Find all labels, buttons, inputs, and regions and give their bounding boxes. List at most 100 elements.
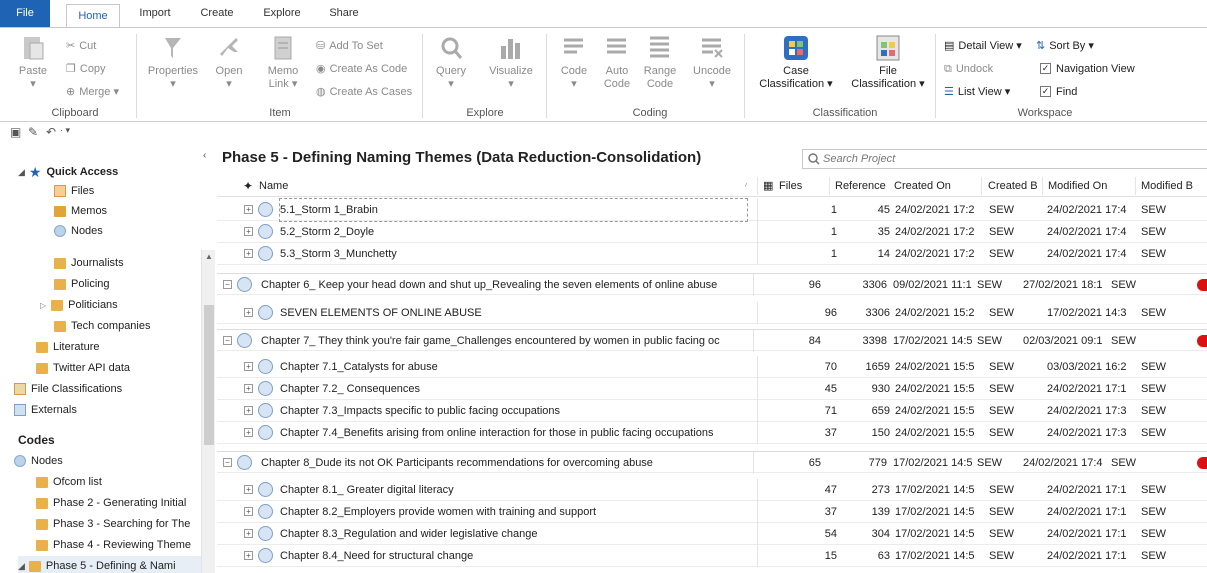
paste-button[interactable]: Paste ▾ [18,34,48,91]
find-toggle[interactable]: ✓ Find [1040,84,1077,100]
nav-item-phase3[interactable]: Phase 3 - Searching for The [36,514,190,534]
scrollbar-thumb[interactable] [204,305,214,445]
nav-item-externals[interactable]: Externals [14,400,77,420]
table-row[interactable]: + Chapter 7.1_Catalysts for abuse 70 1659 24… [217,356,1207,378]
column-modified-by[interactable]: Modified B [1141,175,1197,197]
add-to-set-button[interactable]: ⛁ Add To Set [316,38,383,54]
list-view-button[interactable]: ☰ List View ▾ [944,84,1010,100]
table-row[interactable]: + Chapter 8.3_Regulation and wider legisl… [217,523,1207,545]
nav-item-nodes-quick[interactable]: Nodes [54,221,103,241]
tab-home[interactable]: Home [66,4,120,28]
scroll-up-icon[interactable]: ▲ [205,252,213,261]
auto-code-button[interactable]: Auto Code [600,34,634,91]
column-divider[interactable] [829,177,830,195]
nav-item-policing[interactable]: Policing [54,274,110,294]
table-row-parent[interactable]: − Chapter 8_Dude its not OK Participants … [217,451,1207,474]
nav-item-ofcom[interactable]: Ofcom list [36,472,102,492]
memo-link-button[interactable]: Memo Link ▾ [266,34,300,91]
nav-item-nodes[interactable]: Nodes [14,451,63,471]
pin-column-icon[interactable]: ✦ [243,175,253,197]
file-classification-button[interactable]: File Classification ▾ [846,34,930,91]
column-divider[interactable] [1042,177,1043,195]
uncode-button[interactable]: Uncode ▾ [692,34,732,91]
customize-icon[interactable]: · ▾ [60,125,70,136]
copy-button[interactable]: ❐ Copy [66,61,106,77]
merge-button[interactable]: ⊕ Merge ▾ [66,84,119,100]
tab-explore[interactable]: Explore [258,0,306,27]
nav-item-phase4[interactable]: Phase 4 - Reviewing Theme [36,535,191,555]
table-row-parent[interactable]: − Chapter 7_ They think you're fair game_… [217,329,1207,352]
create-as-code-button[interactable]: ◉ Create As Code [316,61,407,77]
table-row[interactable]: +5.3_Storm 3_Munchetty 1 14 24/02/2021 17:2… [217,243,1207,265]
column-divider[interactable] [757,177,758,195]
column-created-on[interactable]: Created On [894,175,951,197]
column-modified-on[interactable]: Modified On [1048,175,1107,197]
expand-icon[interactable]: + [244,249,253,258]
visualize-button[interactable]: Visualize ▾ [486,34,536,91]
query-button[interactable]: Query ▾ [432,34,470,91]
column-created-by[interactable]: Created B [988,175,1040,197]
table-row[interactable]: + Chapter 8.4_Need for structural change 1… [217,545,1207,567]
collapse-icon[interactable]: − [223,336,232,345]
nav-item-journalists[interactable]: Journalists [54,253,124,273]
undo-icon[interactable]: ↶ [46,125,56,139]
column-divider[interactable] [1135,177,1136,195]
expand-icon[interactable]: + [244,362,253,371]
nav-item-politicians[interactable]: ▷ Politicians [40,295,118,315]
code-button[interactable]: Code ▾ [558,34,590,91]
navigation-view-toggle[interactable]: ✓ Navigation View [1040,61,1135,77]
properties-button[interactable]: Properties ▾ [145,34,201,91]
quick-access-header[interactable]: ◢ ★ Quick Access [18,162,118,182]
collapse-icon[interactable]: − [223,280,232,289]
table-row[interactable]: + Chapter 8.2_Employers provide women wit… [217,501,1207,523]
sort-by-button[interactable]: ⇅ Sort By ▾ [1036,38,1094,54]
column-divider[interactable] [981,177,982,195]
column-name[interactable]: Name [259,175,288,197]
collapse-icon[interactable]: − [223,458,232,467]
tab-share[interactable]: Share [324,0,364,27]
column-reference[interactable]: Reference [835,175,886,197]
nav-item-file-classifications[interactable]: File Classifications [14,379,122,399]
detail-view-button[interactable]: ▤ Detail View ▾ [944,38,1022,54]
expand-icon[interactable]: + [244,384,253,393]
table-row[interactable]: +5.2_Storm 2_Doyle 1 35 24/02/2021 17:2 SEW 2… [217,221,1207,243]
column-files[interactable]: Files [779,175,802,197]
table-row[interactable]: + Chapter 7.2_ Consequences 45 930 24/02/202… [217,378,1207,400]
range-code-button[interactable]: Range Code [640,34,680,91]
search-input[interactable]: Search Project [802,149,1207,169]
tab-import[interactable]: Import [132,0,178,27]
cut-button[interactable]: ✂ Cut [66,38,96,54]
navigation-scrollbar[interactable]: ▲ [201,250,215,573]
table-row[interactable]: + Chapter 7.4_Benefits arising from onlin… [217,422,1207,444]
nav-item-phase2[interactable]: Phase 2 - Generating Initial [36,493,186,513]
tab-create[interactable]: Create [194,0,240,27]
tab-file[interactable]: File [0,0,50,27]
collapse-pane-icon[interactable]: ‹ [203,150,206,161]
expand-icon[interactable]: + [244,428,253,437]
edit-icon[interactable]: ✎ [28,125,38,139]
open-button[interactable]: Open ▾ [214,34,244,91]
expand-icon[interactable]: + [244,227,253,236]
expand-icon[interactable]: + [244,406,253,415]
nav-item-memos[interactable]: Memos [54,201,107,221]
nav-item-phase5[interactable]: ◢ Phase 5 - Defining & Nami [18,556,201,573]
nav-item-files[interactable]: Files [54,181,94,201]
expand-icon[interactable]: + [244,507,253,516]
codes-header[interactable]: Codes [18,430,55,450]
expand-icon[interactable]: + [244,205,253,214]
table-row[interactable]: + Chapter 8.1_ Greater digital literacy 47… [217,479,1207,501]
save-icon[interactable]: ▣ [10,125,21,139]
expand-icon[interactable]: + [244,485,253,494]
table-row[interactable]: + Chapter 7.3_Impacts specific to public … [217,400,1207,422]
table-row[interactable]: +5.1_Storm 1_Brabin 1 45 24/02/2021 17:2 SEW… [217,198,1207,222]
case-classification-button[interactable]: Case Classification ▾ [754,34,838,91]
table-row[interactable]: + SEVEN ELEMENTS OF ONLINE ABUSE 96 3306 24/… [217,302,1207,324]
nav-item-literature[interactable]: Literature [36,337,99,357]
table-row-parent[interactable]: − Chapter 6_ Keep your head down and shut… [217,273,1207,296]
undock-button[interactable]: ⧉ Undock [944,61,993,77]
nav-item-tech-companies[interactable]: Tech companies [54,316,151,336]
expand-icon[interactable]: + [244,308,253,317]
nav-item-twitter-api[interactable]: Twitter API data [36,358,130,378]
expand-icon[interactable]: + [244,551,253,560]
create-as-cases-button[interactable]: ◍ Create As Cases [316,84,412,100]
